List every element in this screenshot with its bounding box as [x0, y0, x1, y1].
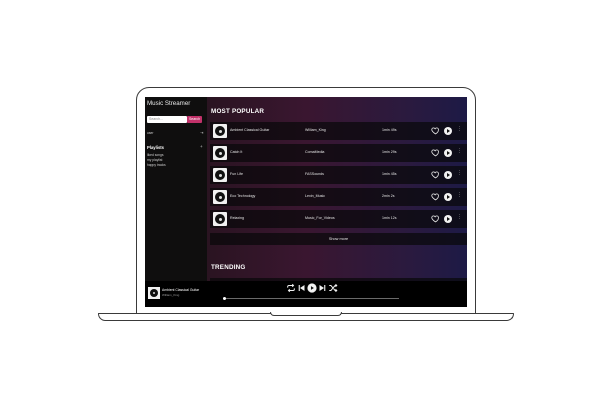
laptop-notch: [270, 312, 342, 316]
play-icon: [447, 216, 450, 221]
track-artist: FASSounds: [305, 172, 324, 176]
track-title: Relaxing: [230, 216, 244, 220]
now-playing-artist: William_King: [162, 292, 180, 297]
track-row[interactable]: Catch It ComaMedia 1min 29s ⋮: [210, 144, 467, 162]
most-popular-heading: MOST POPULAR: [211, 108, 265, 115]
play-icon: [447, 150, 450, 155]
track-artist: William_King: [305, 128, 326, 132]
skip-back-icon[interactable]: [297, 283, 306, 293]
track-duration: 1min 45s: [382, 172, 397, 176]
play-icon: [447, 128, 450, 133]
track-title: Catch It: [230, 150, 243, 154]
track-cover: [213, 124, 227, 138]
heart-icon[interactable]: [431, 148, 440, 157]
track-row[interactable]: Ambient Classical Guitar William_King 1m…: [210, 122, 467, 140]
track-artist: Lexin_Music: [305, 194, 325, 198]
heart-icon[interactable]: [431, 126, 440, 135]
trending-heading: TRENDING: [211, 264, 246, 271]
track-cover: [213, 168, 227, 182]
heart-icon[interactable]: [431, 170, 440, 179]
more-vertical-icon[interactable]: ⋮: [457, 193, 462, 198]
track-duration: 1min 49s: [382, 128, 397, 132]
track-row[interactable]: Relaxing Music_For_Videos 1min 12s ⋮: [210, 210, 467, 228]
add-playlist-button[interactable]: +: [200, 144, 203, 149]
more-vertical-icon[interactable]: ⋮: [457, 149, 462, 154]
track-row[interactable]: Fun Life FASSounds 1min 45s ⋮: [210, 166, 467, 184]
now-playing-title: Ambient Classical Guitar: [162, 288, 200, 292]
more-vertical-icon[interactable]: ⋮: [457, 215, 462, 220]
track-play-button[interactable]: [444, 192, 452, 201]
track-cover: [213, 212, 227, 226]
track-duration: 1min 12s: [382, 216, 397, 220]
play-icon: [447, 194, 450, 199]
track-play-button[interactable]: [444, 170, 452, 179]
sidebar: Music Streamer Search... Search user ⇥ P…: [145, 97, 207, 281]
track-artist: ComaMedia: [305, 150, 325, 154]
more-vertical-icon[interactable]: ⋮: [457, 171, 462, 176]
disc-icon: [215, 170, 225, 180]
track-duration: 2min 2s: [382, 194, 395, 198]
app-screen: Music Streamer Search... Search user ⇥ P…: [145, 97, 467, 307]
track-play-button[interactable]: [444, 126, 452, 135]
track-play-button[interactable]: [444, 214, 452, 223]
track-title: Eco Technology: [230, 194, 256, 198]
app-title: Music Streamer: [147, 100, 191, 107]
track-title: Ambient Classical Guitar: [230, 128, 270, 132]
track-cover: [213, 190, 227, 204]
progress-bar[interactable]: [223, 297, 399, 301]
track-play-button[interactable]: [444, 148, 452, 157]
skip-forward-icon[interactable]: [318, 283, 327, 293]
search-input[interactable]: Search...: [147, 116, 187, 123]
track-row[interactable]: Eco Technology Lexin_Music 2min 2s ⋮: [210, 188, 467, 206]
track-title: Fun Life: [230, 172, 243, 176]
main-content: MOST POPULAR Ambient Classical Guitar Wi…: [207, 97, 467, 281]
shuffle-icon[interactable]: [328, 283, 338, 293]
playlist-item[interactable]: happy tracks: [147, 163, 166, 167]
disc-icon: [215, 126, 225, 136]
search-button[interactable]: Search: [187, 116, 202, 123]
track-artist: Music_For_Videos: [305, 216, 335, 220]
track-cover: [213, 146, 227, 160]
now-playing-cover: [148, 287, 160, 299]
playlist-item[interactable]: liked songs: [147, 153, 164, 157]
progress-handle[interactable]: [223, 297, 227, 301]
more-vertical-icon[interactable]: ⋮: [457, 127, 462, 132]
disc-icon: [215, 192, 225, 202]
repeat-icon[interactable]: [286, 283, 296, 293]
play-icon: [447, 172, 450, 177]
heart-icon[interactable]: [431, 214, 440, 223]
track-duration: 1min 29s: [382, 150, 397, 154]
sidebar-item-user[interactable]: user: [147, 131, 153, 135]
logout-arrow-icon[interactable]: ⇥: [200, 130, 203, 135]
playlists-header: Playlists: [147, 145, 164, 150]
disc-icon: [215, 214, 225, 224]
disc-icon: [215, 148, 225, 158]
show-more-button[interactable]: Show more: [210, 233, 467, 245]
disc-icon: [150, 289, 158, 297]
play-button[interactable]: [307, 283, 317, 293]
player-bar: Ambient Classical Guitar William_King: [145, 281, 467, 307]
playlist-item[interactable]: my playlist: [147, 158, 162, 162]
heart-icon[interactable]: [431, 192, 440, 201]
